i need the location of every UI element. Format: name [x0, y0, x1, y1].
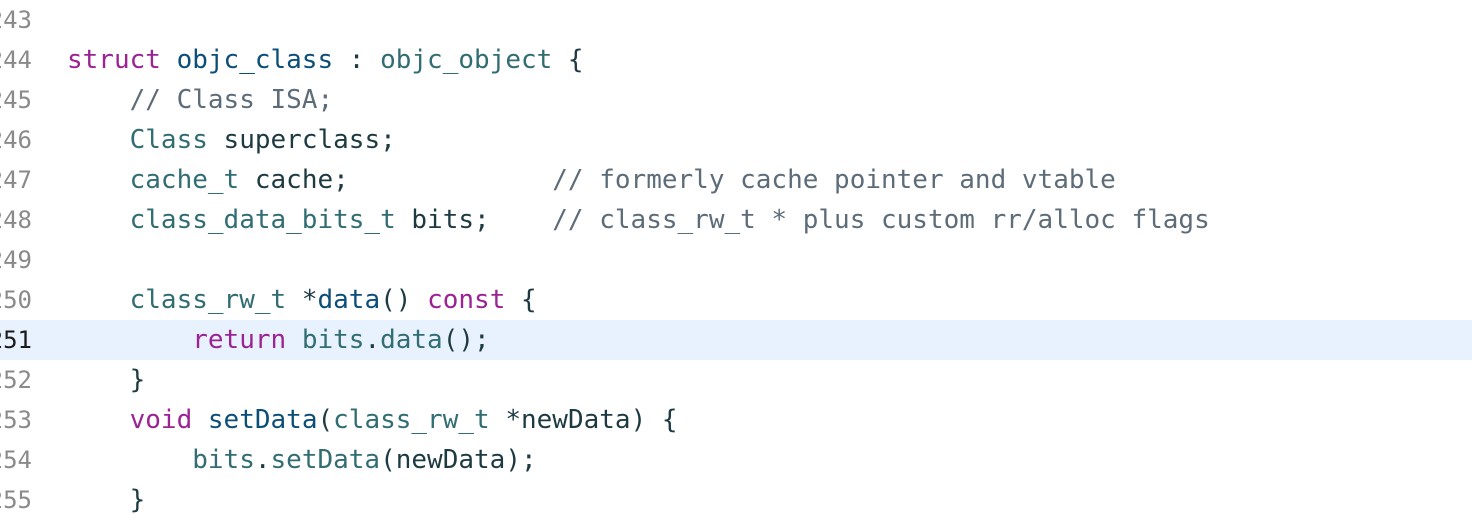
code-token: cache;: [239, 165, 553, 195]
code-token: (newData);: [380, 445, 537, 475]
line-number: 249: [0, 246, 32, 274]
code-token: const: [427, 285, 506, 315]
line-code: struct objc_class : objc_object {: [67, 40, 584, 80]
code-token: // formerly cache pointer and vtable: [552, 165, 1116, 195]
line-code: }: [67, 360, 146, 400]
code-token: }: [67, 365, 146, 395]
code-token: // Class ISA;: [129, 85, 334, 115]
code-line[interactable]: 244 struct objc_class : objc_object {: [0, 40, 1472, 80]
code-line[interactable]: 248 class_data_bits_t bits; // class_rw_…: [0, 200, 1472, 240]
line-code: bits.setData(newData);: [67, 440, 537, 480]
code-token: {: [505, 285, 537, 315]
code-token: .: [364, 325, 381, 355]
code-token: data: [380, 325, 443, 355]
code-token: class_rw_t: [129, 285, 287, 315]
code-token: objc_object: [380, 45, 553, 75]
code-token: *: [286, 285, 318, 315]
code-token: cache_t: [129, 165, 240, 195]
code-token: bits: [301, 325, 365, 355]
code-editor[interactable]: 243 244 struct objc_class : objc_object …: [0, 0, 1472, 524]
line-number: 251: [0, 326, 32, 354]
line-code: class_data_bits_t bits; // class_rw_t * …: [67, 200, 1210, 240]
code-token: class_rw_t: [333, 405, 490, 435]
code-token: void: [129, 405, 193, 435]
code-token: return: [192, 325, 287, 355]
line-code: // Class ISA;: [67, 80, 334, 120]
code-token: superclass;: [207, 125, 396, 155]
line-number: 254: [0, 446, 32, 474]
code-token: // class_rw_t * plus custom rr/alloc fla…: [552, 205, 1210, 235]
code-token: {: [552, 45, 584, 75]
code-line[interactable]: 246 Class superclass;: [0, 120, 1472, 160]
code-token: }: [67, 485, 146, 515]
code-token: ();: [442, 325, 490, 355]
code-line[interactable]: 254 bits.setData(newData);: [0, 440, 1472, 480]
current-code-line[interactable]: 251 return bits.data();: [0, 320, 1472, 360]
line-code: }: [67, 480, 146, 520]
code-token: setData: [207, 405, 318, 435]
line-number: 252: [0, 366, 32, 394]
code-token: .: [254, 445, 271, 475]
line-code: class_rw_t *data() const {: [67, 280, 537, 320]
line-number: 246: [0, 126, 32, 154]
code-line[interactable]: 252 }: [0, 360, 1472, 400]
code-line[interactable]: 243: [0, 0, 1472, 40]
code-token: class_data_bits_t: [129, 205, 396, 235]
line-number: 255: [0, 486, 32, 514]
code-token: data: [317, 285, 381, 315]
code-token: bits: [192, 445, 255, 475]
line-code: Class superclass;: [67, 120, 396, 160]
code-token: (): [380, 285, 428, 315]
code-line[interactable]: 247 cache_t cache; // formerly cache poi…: [0, 160, 1472, 200]
code-line[interactable]: 249: [0, 240, 1472, 280]
code-line[interactable]: 255 }: [0, 480, 1472, 520]
line-code: void setData(class_rw_t *newData) {: [67, 400, 678, 440]
code-token: bits;: [395, 205, 553, 235]
code-token: objc_class: [176, 45, 334, 75]
code-token: *newData) {: [489, 405, 678, 435]
line-number: 243: [0, 6, 32, 34]
code-line[interactable]: 245 // Class ISA;: [0, 80, 1472, 120]
line-number: 245: [0, 86, 32, 114]
code-line[interactable]: 250 class_rw_t *data() const {: [0, 280, 1472, 320]
line-number: 247: [0, 166, 32, 194]
line-code: cache_t cache; // formerly cache pointer…: [67, 160, 1116, 200]
code-line[interactable]: 253 void setData(class_rw_t *newData) {: [0, 400, 1472, 440]
code-token: Class: [129, 125, 208, 155]
line-number: 244: [0, 46, 32, 74]
line-number: 253: [0, 406, 32, 434]
code-token: struct: [67, 45, 161, 75]
line-code: return bits.data();: [67, 320, 490, 360]
line-number: 250: [0, 286, 32, 314]
code-token: :: [333, 45, 381, 75]
code-token: (: [317, 405, 334, 435]
line-number: 248: [0, 206, 32, 234]
code-token: setData: [270, 445, 381, 475]
